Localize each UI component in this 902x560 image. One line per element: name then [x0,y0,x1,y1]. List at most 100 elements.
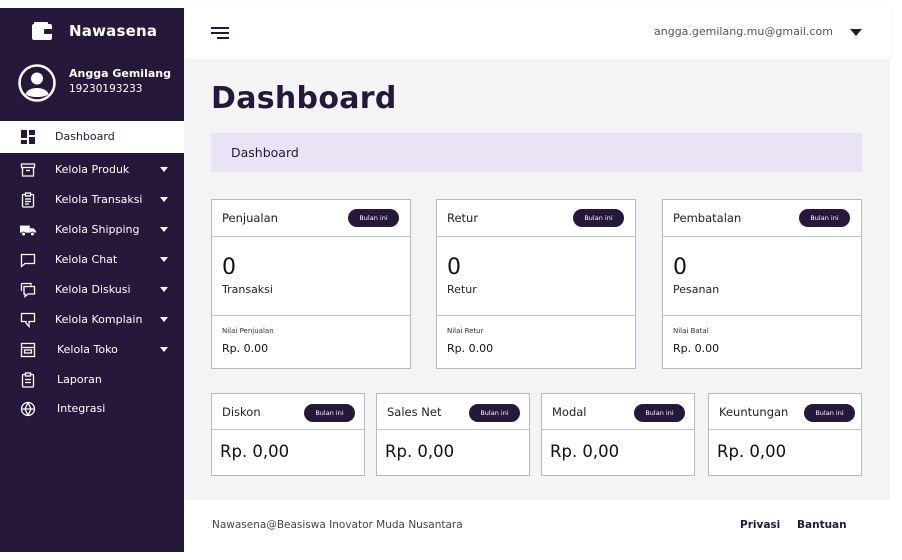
discussion-icon [20,282,36,298]
sidebar-item-dashboard[interactable]: Dashboard [0,121,184,153]
period-badge[interactable]: Bulan ini [348,209,399,227]
breadcrumb-item[interactable]: Dashboard [231,145,299,160]
card-value: Rp. 0.00 [673,342,720,355]
sidebar-item-kelola-chat[interactable]: Kelola Chat [0,245,184,275]
card-value: Rp. 0,00 [717,442,787,461]
card-diskon: Diskon Bulan ini Rp. 0,00 [211,393,365,476]
report-icon [21,372,35,388]
top-header: angga.gemilang.mu@gmail.com [184,8,890,59]
sidebar-item-label: Kelola Toko [57,343,118,356]
brand[interactable]: Nawasena [32,22,157,40]
sidebar-item-label: Kelola Komplain [55,313,143,326]
user-id: 19230193233 [69,83,143,95]
card-title: Keuntungan [719,405,789,419]
chevron-down-icon[interactable] [160,227,168,232]
user-name: Angga Gemilang [69,67,171,80]
sidebar-item-label: Laporan [57,373,102,386]
card-title: Penjualan [222,211,278,225]
period-badge[interactable]: Bulan ini [304,404,355,422]
chevron-down-icon[interactable] [160,317,168,322]
sidebar: Nawasena Angga Gemilang 19230193233 Dash… [0,8,184,552]
footer: Nawasena@Beasiswa Inovator Muda Nusantar… [184,500,890,552]
card-divider [709,429,861,430]
card-count: 0 [673,255,687,280]
card-title: Pembatalan [673,211,742,225]
integration-icon [20,401,36,417]
card-penjualan: Penjualan Bulan ini 0 Transaksi Nilai Pe… [211,199,411,369]
sidebar-item-laporan[interactable]: Laporan [0,365,184,394]
card-value-label: Nilai Retur [447,327,484,335]
hamburger-menu-icon[interactable] [211,26,229,40]
period-badge[interactable]: Bulan ini [804,404,855,422]
card-title: Diskon [222,405,261,419]
sidebar-item-kelola-produk[interactable]: Kelola Produk [0,155,184,185]
user-profile[interactable]: Angga Gemilang 19230193233 [18,64,178,104]
sidebar-item-label: Kelola Chat [55,253,118,266]
period-badge[interactable]: Bulan ini [799,209,850,227]
truck-icon [20,225,36,237]
chevron-down-icon[interactable] [160,287,168,292]
caret-down-icon[interactable] [850,29,862,36]
card-sales-net: Sales Net Bulan ini Rp. 0,00 [376,393,530,476]
card-divider [437,236,635,237]
period-badge[interactable]: Bulan ini [634,404,685,422]
sidebar-item-label: Kelola Shipping [55,223,140,236]
card-title: Modal [552,405,587,419]
store-icon [20,342,36,358]
card-divider [663,236,861,237]
sidebar-menu: Dashboard Kelola Produk Kelola Transaksi [0,121,184,423]
footer-copyright: Nawasena@Beasiswa Inovator Muda Nusantar… [212,519,463,531]
complaint-icon [20,312,36,328]
card-count: 0 [447,255,461,280]
card-divider [437,315,635,316]
card-divider [663,315,861,316]
card-divider [212,315,410,316]
archive-box-icon [20,163,36,177]
card-value: Rp. 0,00 [550,442,620,461]
card-value: Rp. 0,00 [385,442,455,461]
card-unit: Transaksi [222,283,273,296]
sidebar-item-kelola-shipping[interactable]: Kelola Shipping [0,215,184,245]
chat-bubble-icon [20,253,36,268]
user-email[interactable]: angga.gemilang.mu@gmail.com [654,25,833,38]
chevron-down-icon[interactable] [160,347,168,352]
card-pembatalan: Pembatalan Bulan ini 0 Pesanan Nilai Bat… [662,199,862,369]
breadcrumb: Dashboard [211,133,862,172]
card-count: 0 [222,255,236,280]
card-unit: Retur [447,283,477,296]
card-keuntungan: Keuntungan Bulan ini Rp. 0,00 [708,393,862,476]
period-badge[interactable]: Bulan ini [469,404,520,422]
sidebar-item-label: Kelola Produk [55,163,130,176]
card-divider [212,429,364,430]
card-modal: Modal Bulan ini Rp. 0,00 [541,393,695,476]
card-value-label: Nilai Batal [673,327,709,335]
sidebar-item-kelola-diskusi[interactable]: Kelola Diskusi [0,275,184,305]
footer-link-privasi[interactable]: Privasi [740,519,780,531]
chevron-down-icon[interactable] [160,167,168,172]
main-content: Dashboard Dashboard Penjualan Bulan ini … [184,59,890,500]
card-divider [542,429,694,430]
sidebar-item-integrasi[interactable]: Integrasi [0,394,184,423]
brand-name: Nawasena [69,22,158,40]
dashboard-grid-icon [21,130,35,144]
chevron-down-icon[interactable] [160,257,168,262]
user-avatar-icon [18,64,56,102]
card-unit: Pesanan [673,283,720,296]
card-title: Sales Net [387,405,442,419]
page-title: Dashboard [211,81,397,116]
sidebar-item-label: Kelola Diskusi [55,283,131,296]
card-divider [377,429,529,430]
wallet-icon [32,22,52,40]
card-divider [212,236,410,237]
sidebar-item-kelola-transaksi[interactable]: Kelola Transaksi [0,185,184,215]
card-value: Rp. 0.00 [447,342,494,355]
sidebar-item-label: Dashboard [55,130,115,143]
sidebar-item-kelola-toko[interactable]: Kelola Toko [0,335,184,365]
card-value: Rp. 0,00 [220,442,290,461]
chevron-down-icon[interactable] [160,197,168,202]
clipboard-list-icon [21,192,35,208]
footer-link-bantuan[interactable]: Bantuan [797,519,847,531]
period-badge[interactable]: Bulan ini [573,209,624,227]
sidebar-item-kelola-komplain[interactable]: Kelola Komplain [0,305,184,335]
sidebar-item-label: Integrasi [57,402,106,415]
